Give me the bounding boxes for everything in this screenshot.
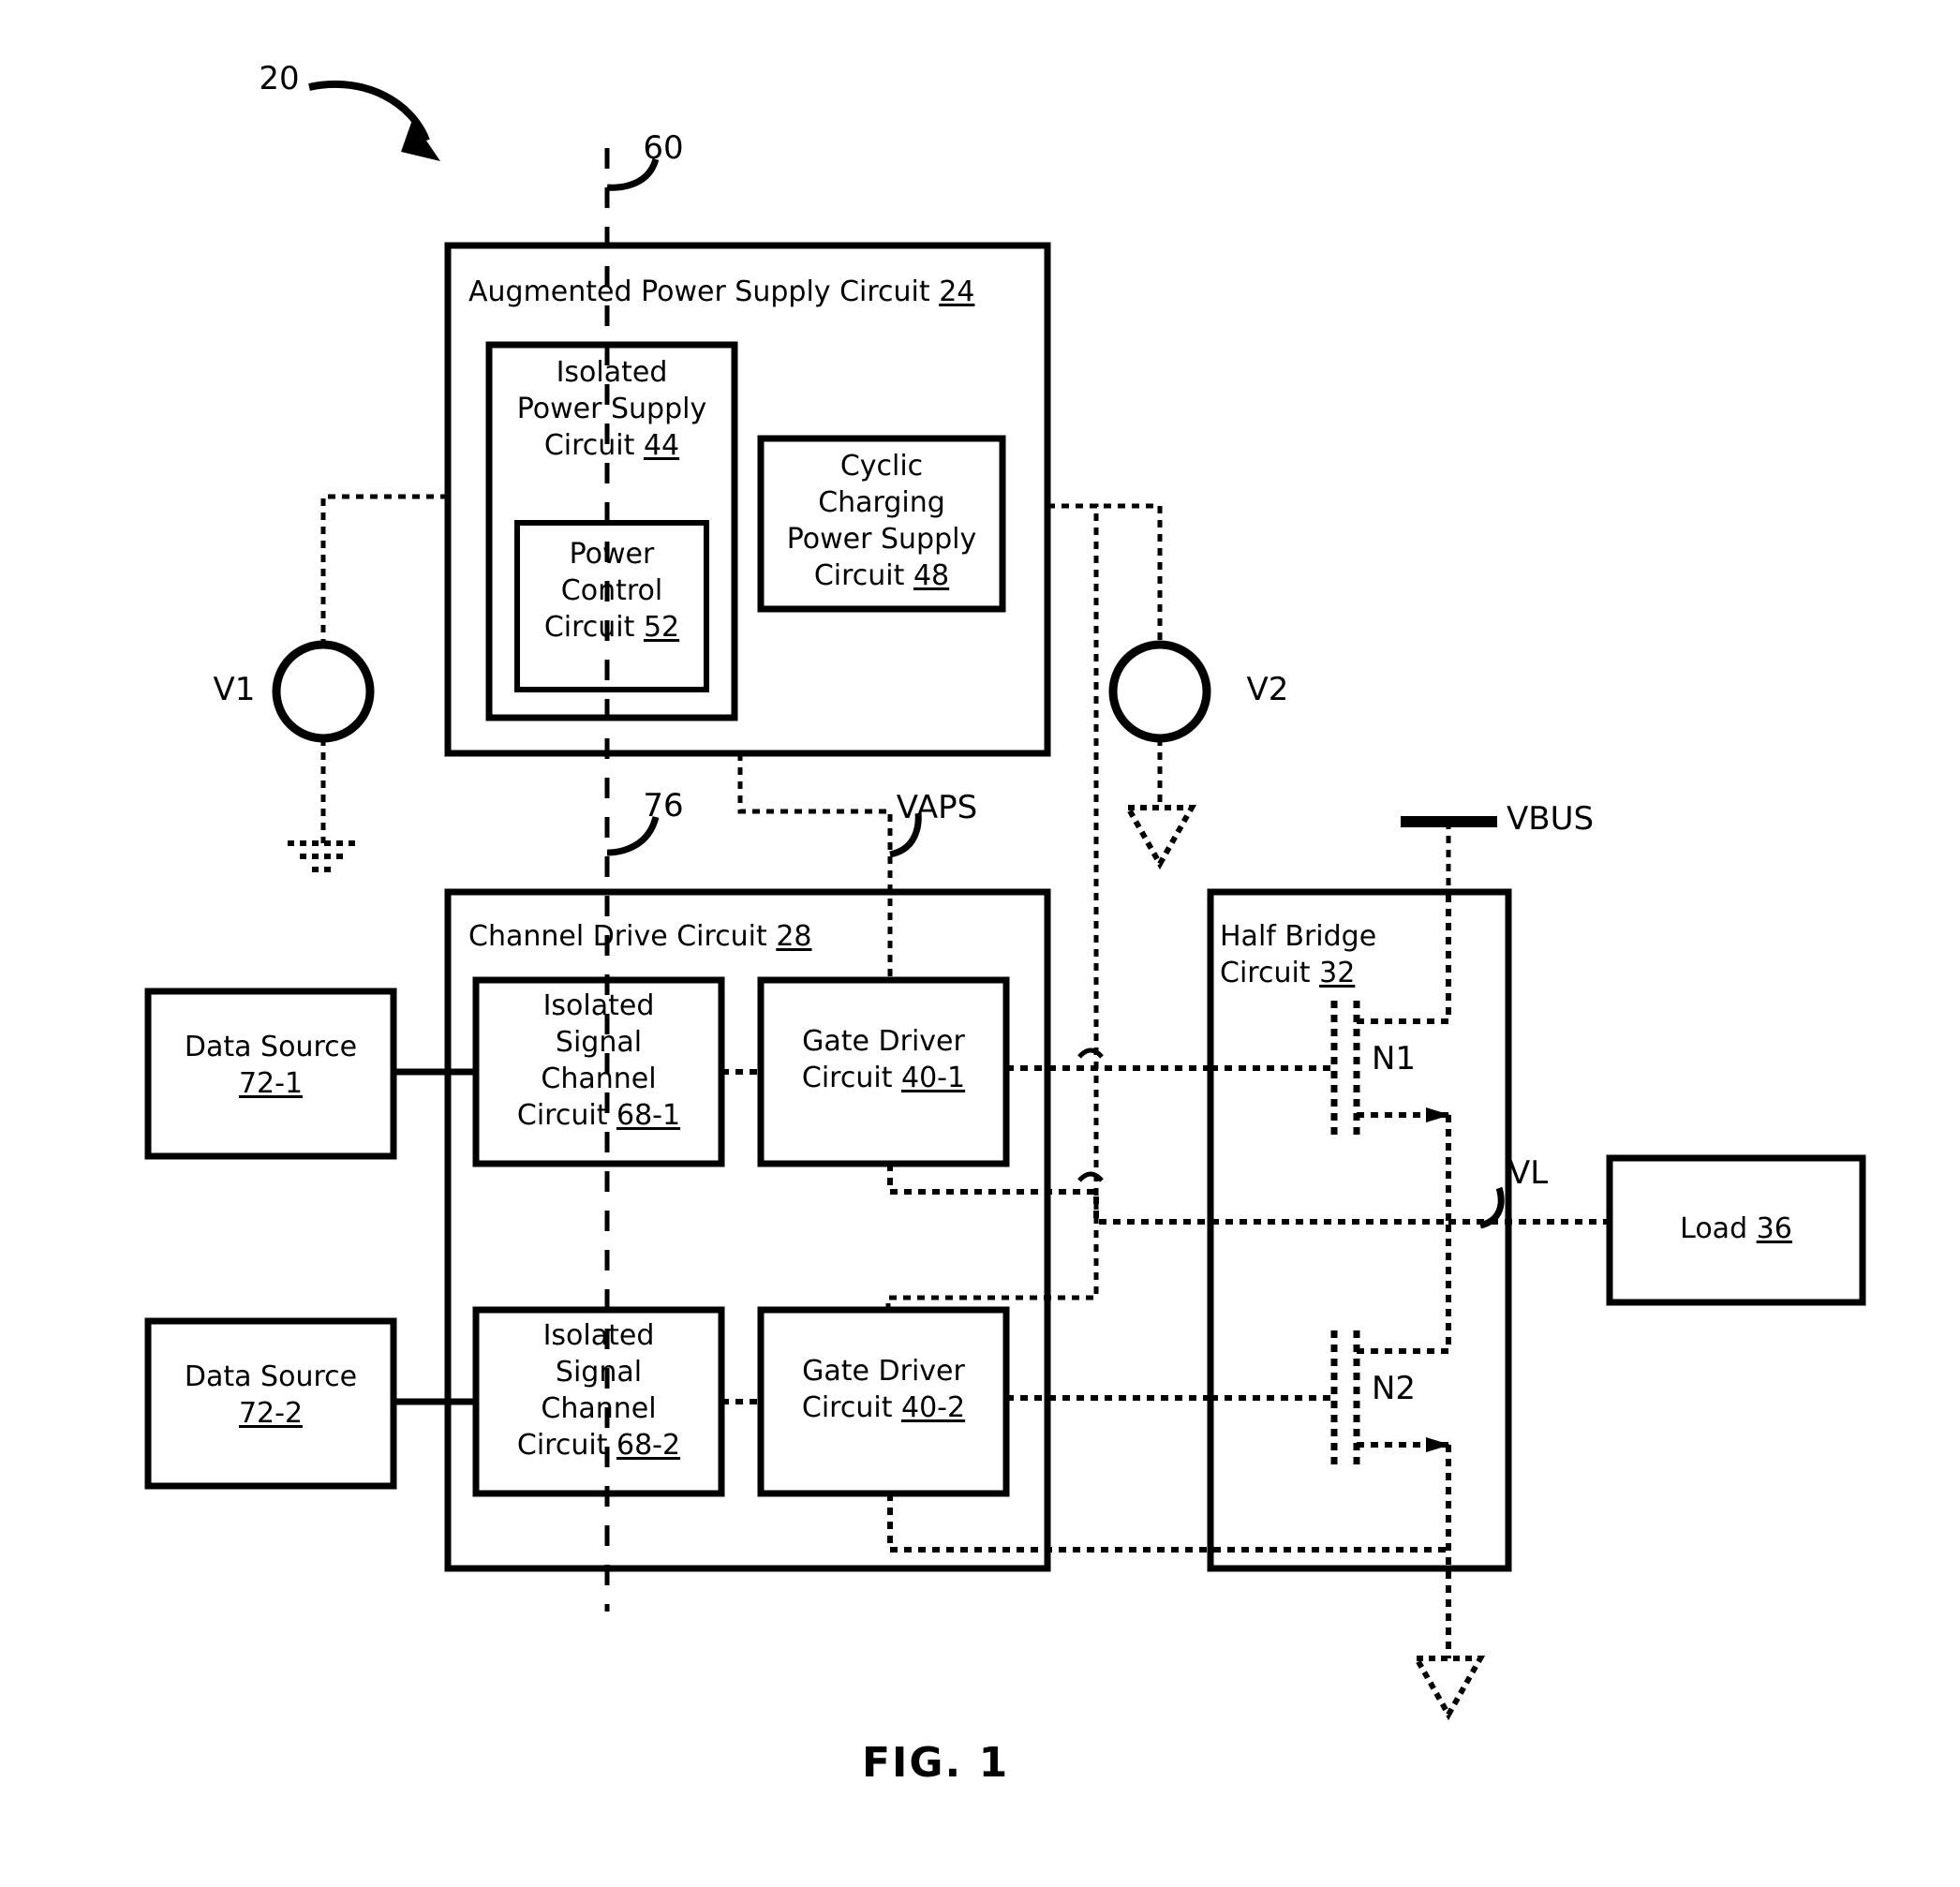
aps-return-net <box>885 503 1099 1307</box>
gate-driver-1-label: Gate Driver Circuit 40-1 <box>761 1023 1006 1096</box>
gd1-line1: Gate Driver <box>802 1025 965 1058</box>
system-ref-number: 20 <box>259 60 300 97</box>
isc1-line3: Channel <box>541 1062 657 1095</box>
wire-hop-2 <box>1077 1171 1104 1182</box>
hb-ref: 32 <box>1319 957 1356 989</box>
isolated-signal-channel-2-label: Isolated Signal Channel Circuit 68-2 <box>476 1317 721 1464</box>
isolated-signal-channel-1-label: Isolated Signal Channel Circuit 68-1 <box>476 988 721 1134</box>
isc2-line1: Isolated <box>542 1319 655 1352</box>
gd2-line2: Circuit <box>801 1391 893 1424</box>
n2-mosfet <box>1210 1222 1486 1721</box>
isc1-line4: Circuit <box>516 1099 608 1132</box>
power-control-line3: Circuit <box>543 611 635 644</box>
wire-hop-1 <box>1077 1048 1104 1059</box>
patent-figure: 20 60 76 Augmented Power Supply Circuit … <box>0 0 1960 1887</box>
power-control-line1: Power <box>569 538 655 571</box>
vbus-label: VBUS <box>1507 800 1595 838</box>
hb-line1: Half Bridge <box>1220 920 1377 953</box>
cyclic-charging-line4: Circuit <box>813 559 905 592</box>
ds1-ref: 72-1 <box>238 1067 304 1100</box>
half-bridge-signal-ground <box>1411 1656 1486 1721</box>
cyclic-charging-ref: 48 <box>913 559 950 592</box>
isc1-ref: 68-1 <box>616 1099 681 1132</box>
gd2-line1: Gate Driver <box>802 1355 965 1388</box>
augmented-power-supply-ref: 24 <box>939 275 975 308</box>
load-line1: Load <box>1680 1212 1748 1245</box>
cyclic-charging-line3: Power Supply <box>786 523 977 556</box>
v2-label: V2 <box>1246 671 1289 708</box>
vl-label: VL <box>1508 1154 1549 1192</box>
augmented-power-supply-title-text: Augmented Power Supply Circuit <box>468 275 930 308</box>
v2-network <box>1047 503 1211 870</box>
isc1-line2: Signal <box>555 1026 643 1059</box>
power-control-ref: 52 <box>643 611 680 644</box>
v1-source-circle <box>272 640 375 743</box>
data-source-2-label: Data Source 72-2 <box>148 1359 393 1432</box>
vbus-terminal <box>1401 816 1497 892</box>
n2-label: N2 <box>1372 1370 1417 1407</box>
figure-caption: FIG. 1 <box>862 1739 1010 1787</box>
isc2-line3: Channel <box>541 1392 657 1425</box>
v2-source-circle <box>1108 640 1211 743</box>
augmented-power-supply-title: Augmented Power Supply Circuit 24 <box>457 274 1049 310</box>
cyclic-charging-line2: Charging <box>818 486 945 519</box>
isolated-power-supply-line2: Power Supply <box>516 393 707 425</box>
cyclic-charging-line1: Cyclic <box>839 450 924 483</box>
isolated-power-supply-line3: Circuit <box>543 429 635 462</box>
load-label: Load 36 <box>1610 1211 1863 1247</box>
isc2-line2: Signal <box>555 1356 643 1389</box>
isc1-line1: Isolated <box>542 989 655 1022</box>
load-ref: 36 <box>1756 1212 1792 1245</box>
gd1-ref: 40-1 <box>901 1062 966 1094</box>
data-source-1-label: Data Source 72-1 <box>148 1029 393 1102</box>
ds2-ref: 72-2 <box>238 1397 304 1430</box>
hb-line2: Circuit <box>1220 957 1311 989</box>
isolated-power-supply-line1: Isolated <box>556 356 668 389</box>
barrier-ref-76: 76 <box>643 787 684 825</box>
cyclic-charging-label: Cyclic Charging Power Supply Circuit 48 <box>755 448 1008 594</box>
system-ref-arrow <box>308 80 440 161</box>
v2-signal-ground <box>1122 805 1197 870</box>
power-control-label: Power Control Circuit 52 <box>517 536 706 646</box>
vaps-label: VAPS <box>896 789 978 826</box>
channel-drive-title-text: Channel Drive Circuit <box>468 920 767 953</box>
gate-driver-2-label: Gate Driver Circuit 40-2 <box>761 1353 1006 1426</box>
v1-label: V1 <box>213 671 256 708</box>
n1-label: N1 <box>1372 1040 1417 1077</box>
gd2-ref: 40-2 <box>901 1391 966 1424</box>
isc2-line4: Circuit <box>516 1429 608 1462</box>
ds1-line1: Data Source <box>184 1031 358 1063</box>
wire-gd2-return-to-gnd <box>887 1493 1448 1553</box>
half-bridge-box <box>1207 888 1512 1572</box>
isc2-ref: 68-2 <box>616 1429 681 1462</box>
power-control-line2: Control <box>560 574 663 607</box>
v1-network <box>272 494 448 872</box>
half-bridge-label: Half Bridge Circuit 32 <box>1220 918 1501 991</box>
channel-drive-title: Channel Drive Circuit 28 <box>457 918 1049 955</box>
barrier-ref-60: 60 <box>643 129 684 167</box>
gd1-line2: Circuit <box>801 1062 893 1094</box>
isolated-power-supply-ref: 44 <box>643 429 680 462</box>
wire-gd1-return-to-vl <box>887 1164 1448 1225</box>
isolated-power-supply-label: Isolated Power Supply Circuit 44 <box>489 354 735 464</box>
ds2-line1: Data Source <box>184 1360 358 1393</box>
channel-drive-ref: 28 <box>776 920 812 953</box>
